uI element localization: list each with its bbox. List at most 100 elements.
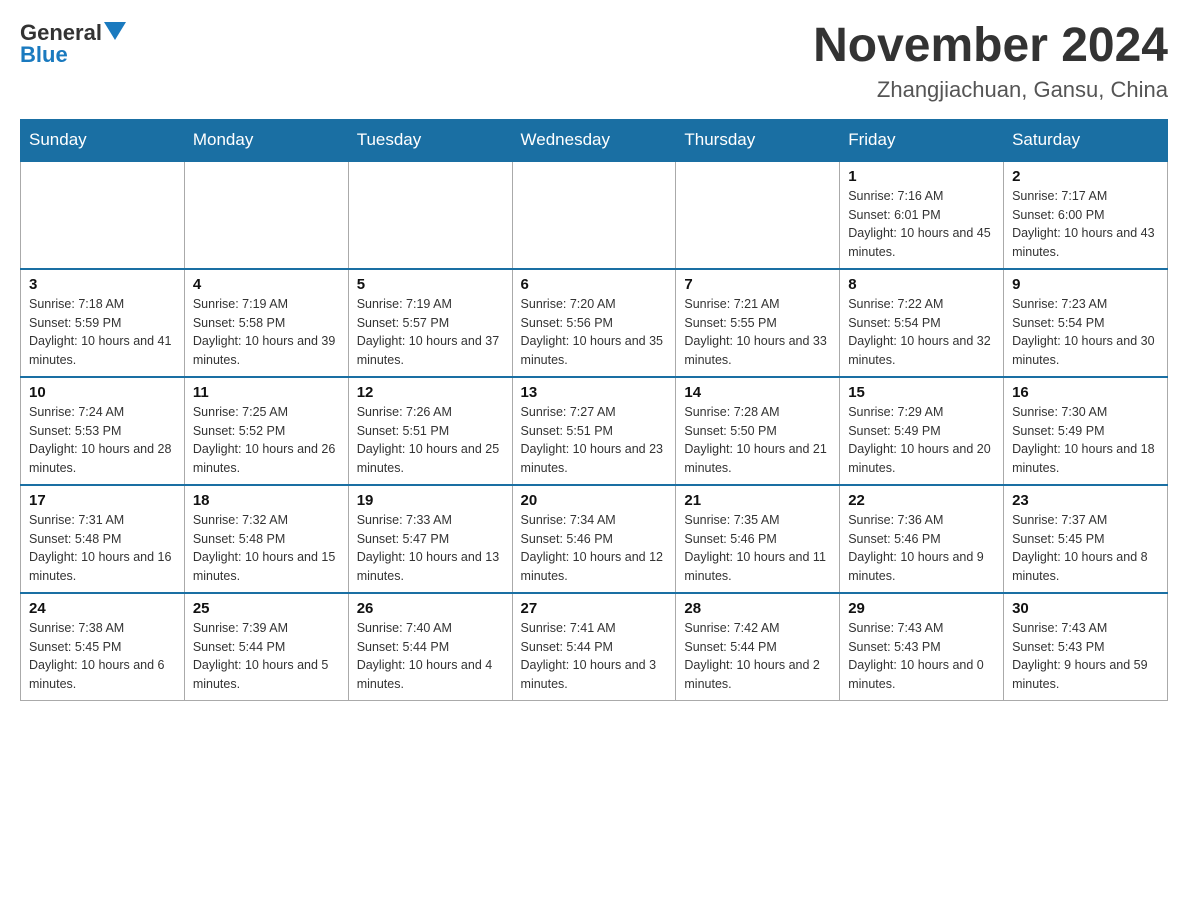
day-number: 11 [193, 384, 340, 401]
day-info: Sunrise: 7:35 AMSunset: 5:46 PMDaylight:… [684, 511, 831, 586]
day-number: 26 [357, 600, 504, 617]
day-info: Sunrise: 7:28 AMSunset: 5:50 PMDaylight:… [684, 403, 831, 478]
day-number: 1 [848, 168, 995, 185]
day-number: 3 [29, 276, 176, 293]
calendar-cell: 23Sunrise: 7:37 AMSunset: 5:45 PMDayligh… [1004, 485, 1168, 593]
title-block: November 2024 Zhangjiachuan, Gansu, Chin… [813, 20, 1168, 103]
logo-triangle-icon [104, 22, 126, 40]
day-number: 16 [1012, 384, 1159, 401]
day-info: Sunrise: 7:17 AMSunset: 6:00 PMDaylight:… [1012, 187, 1159, 262]
calendar-cell: 29 Sunrise: 7:43 AMSunset: 5:43 PMDayligh… [840, 593, 1004, 701]
calendar-week-row: 1 Sunrise: 7:16 AMSunset: 6:01 PMDaylight… [21, 161, 1168, 269]
day-info: Sunrise: 7:43 AMSunset: 5:43 PMDaylight:… [1012, 619, 1159, 694]
day-number: 25 [193, 600, 340, 617]
weekday-header-monday: Monday [184, 119, 348, 161]
day-number: 29 [848, 600, 995, 617]
calendar-week-row: 24 Sunrise: 7:38 AMSunset: 5:45 PMDayligh… [21, 593, 1168, 701]
day-number: 18 [193, 492, 340, 509]
calendar-cell: 18 Sunrise: 7:32 AMSunset: 5:48 PMDayligh… [184, 485, 348, 593]
calendar-cell: 25 Sunrise: 7:39 AMSunset: 5:44 PMDayligh… [184, 593, 348, 701]
day-number: 7 [684, 276, 831, 293]
day-number: 19 [357, 492, 504, 509]
calendar-cell: 10Sunrise: 7:24 AMSunset: 5:53 PMDayligh… [21, 377, 185, 485]
day-number: 17 [29, 492, 176, 509]
calendar-week-row: 10Sunrise: 7:24 AMSunset: 5:53 PMDayligh… [21, 377, 1168, 485]
day-number: 28 [684, 600, 831, 617]
day-info: Sunrise: 7:40 AMSunset: 5:44 PMDaylight:… [357, 619, 504, 694]
day-info: Sunrise: 7:16 AMSunset: 6:01 PMDaylight:… [848, 187, 995, 262]
calendar-cell: 2 Sunrise: 7:17 AMSunset: 6:00 PMDaylight… [1004, 161, 1168, 269]
day-info: Sunrise: 7:19 AMSunset: 5:57 PMDaylight:… [357, 295, 504, 370]
day-number: 13 [521, 384, 668, 401]
calendar-week-row: 3 Sunrise: 7:18 AMSunset: 5:59 PMDaylight… [21, 269, 1168, 377]
logo: General Blue [20, 20, 126, 68]
calendar-cell: 26 Sunrise: 7:40 AMSunset: 5:44 PMDayligh… [348, 593, 512, 701]
day-info: Sunrise: 7:21 AMSunset: 5:55 PMDaylight:… [684, 295, 831, 370]
day-info: Sunrise: 7:43 AMSunset: 5:43 PMDaylight:… [848, 619, 995, 694]
calendar-cell: 30Sunrise: 7:43 AMSunset: 5:43 PMDayligh… [1004, 593, 1168, 701]
calendar-cell [21, 161, 185, 269]
day-info: Sunrise: 7:38 AMSunset: 5:45 PMDaylight:… [29, 619, 176, 694]
day-info: Sunrise: 7:25 AMSunset: 5:52 PMDaylight:… [193, 403, 340, 478]
day-info: Sunrise: 7:34 AMSunset: 5:46 PMDaylight:… [521, 511, 668, 586]
day-number: 20 [521, 492, 668, 509]
calendar-cell: 6Sunrise: 7:20 AMSunset: 5:56 PMDaylight… [512, 269, 676, 377]
day-info: Sunrise: 7:41 AMSunset: 5:44 PMDaylight:… [521, 619, 668, 694]
calendar-cell: 22 Sunrise: 7:36 AMSunset: 5:46 PMDayligh… [840, 485, 1004, 593]
calendar-cell: 4 Sunrise: 7:19 AMSunset: 5:58 PMDaylight… [184, 269, 348, 377]
calendar-cell: 11 Sunrise: 7:25 AMSunset: 5:52 PMDayligh… [184, 377, 348, 485]
day-number: 24 [29, 600, 176, 617]
logo-blue: Blue [20, 42, 68, 68]
weekday-header-row: SundayMondayTuesdayWednesdayThursdayFrid… [21, 119, 1168, 161]
day-info: Sunrise: 7:30 AMSunset: 5:49 PMDaylight:… [1012, 403, 1159, 478]
calendar-cell [512, 161, 676, 269]
weekday-header-tuesday: Tuesday [348, 119, 512, 161]
weekday-header-friday: Friday [840, 119, 1004, 161]
calendar-cell: 14 Sunrise: 7:28 AMSunset: 5:50 PMDayligh… [676, 377, 840, 485]
day-number: 4 [193, 276, 340, 293]
calendar-cell: 28 Sunrise: 7:42 AMSunset: 5:44 PMDayligh… [676, 593, 840, 701]
calendar-cell: 24 Sunrise: 7:38 AMSunset: 5:45 PMDayligh… [21, 593, 185, 701]
calendar-cell: 19 Sunrise: 7:33 AMSunset: 5:47 PMDayligh… [348, 485, 512, 593]
calendar-cell: 27 Sunrise: 7:41 AMSunset: 5:44 PMDayligh… [512, 593, 676, 701]
day-number: 14 [684, 384, 831, 401]
calendar-cell [676, 161, 840, 269]
calendar-week-row: 17 Sunrise: 7:31 AMSunset: 5:48 PMDayligh… [21, 485, 1168, 593]
day-number: 2 [1012, 168, 1159, 185]
day-number: 12 [357, 384, 504, 401]
day-info: Sunrise: 7:20 AMSunset: 5:56 PMDaylight:… [521, 295, 668, 370]
location-title: Zhangjiachuan, Gansu, China [813, 77, 1168, 103]
calendar-cell: 15Sunrise: 7:29 AMSunset: 5:49 PMDayligh… [840, 377, 1004, 485]
day-number: 22 [848, 492, 995, 509]
day-info: Sunrise: 7:32 AMSunset: 5:48 PMDaylight:… [193, 511, 340, 586]
day-info: Sunrise: 7:24 AMSunset: 5:53 PMDaylight:… [29, 403, 176, 478]
calendar-cell: 13 Sunrise: 7:27 AMSunset: 5:51 PMDayligh… [512, 377, 676, 485]
calendar-table: SundayMondayTuesdayWednesdayThursdayFrid… [20, 119, 1168, 701]
day-info: Sunrise: 7:42 AMSunset: 5:44 PMDaylight:… [684, 619, 831, 694]
day-info: Sunrise: 7:36 AMSunset: 5:46 PMDaylight:… [848, 511, 995, 586]
calendar-cell: 1 Sunrise: 7:16 AMSunset: 6:01 PMDaylight… [840, 161, 1004, 269]
calendar-cell: 17 Sunrise: 7:31 AMSunset: 5:48 PMDayligh… [21, 485, 185, 593]
day-info: Sunrise: 7:29 AMSunset: 5:49 PMDaylight:… [848, 403, 995, 478]
day-info: Sunrise: 7:22 AMSunset: 5:54 PMDaylight:… [848, 295, 995, 370]
weekday-header-saturday: Saturday [1004, 119, 1168, 161]
weekday-header-sunday: Sunday [21, 119, 185, 161]
day-info: Sunrise: 7:33 AMSunset: 5:47 PMDaylight:… [357, 511, 504, 586]
day-info: Sunrise: 7:27 AMSunset: 5:51 PMDaylight:… [521, 403, 668, 478]
day-number: 23 [1012, 492, 1159, 509]
calendar-cell: 7 Sunrise: 7:21 AMSunset: 5:55 PMDaylight… [676, 269, 840, 377]
calendar-cell: 5Sunrise: 7:19 AMSunset: 5:57 PMDaylight… [348, 269, 512, 377]
page-header: General Blue November 2024 Zhangjiachuan… [20, 20, 1168, 103]
day-info: Sunrise: 7:39 AMSunset: 5:44 PMDaylight:… [193, 619, 340, 694]
calendar-cell: 20 Sunrise: 7:34 AMSunset: 5:46 PMDayligh… [512, 485, 676, 593]
weekday-header-wednesday: Wednesday [512, 119, 676, 161]
day-number: 27 [521, 600, 668, 617]
calendar-cell: 16 Sunrise: 7:30 AMSunset: 5:49 PMDayligh… [1004, 377, 1168, 485]
calendar-cell: 21Sunrise: 7:35 AMSunset: 5:46 PMDayligh… [676, 485, 840, 593]
day-info: Sunrise: 7:31 AMSunset: 5:48 PMDaylight:… [29, 511, 176, 586]
calendar-cell: 8Sunrise: 7:22 AMSunset: 5:54 PMDaylight… [840, 269, 1004, 377]
calendar-cell: 12Sunrise: 7:26 AMSunset: 5:51 PMDayligh… [348, 377, 512, 485]
day-info: Sunrise: 7:18 AMSunset: 5:59 PMDaylight:… [29, 295, 176, 370]
day-info: Sunrise: 7:19 AMSunset: 5:58 PMDaylight:… [193, 295, 340, 370]
calendar-cell [184, 161, 348, 269]
